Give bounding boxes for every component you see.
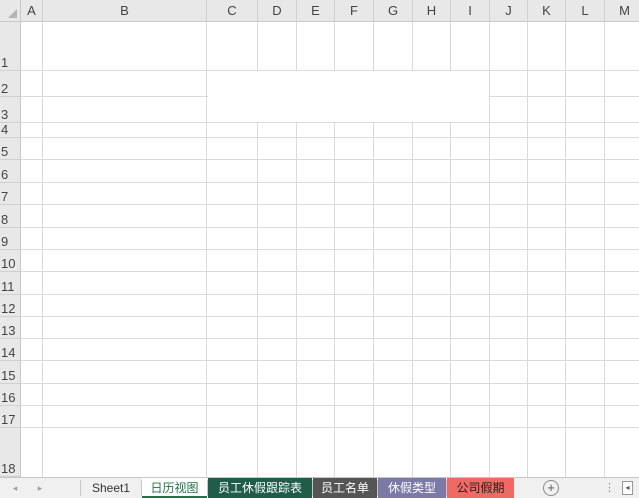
spreadsheet-grid[interactable]: A B C D E F G H I J K L M 1 2 3 4 5 6 7 8 9 10 11 12 13 14 15 16 17 18 [0,0,639,477]
column-header-c[interactable]: C [207,0,258,22]
column-header-h[interactable]: H [413,0,451,22]
column-header-g[interactable]: G [374,0,413,22]
column-header-d[interactable]: D [258,0,297,22]
gridline-vertical [257,428,258,477]
next-sheet-icon[interactable]: ▸ [33,480,47,496]
row-header-18[interactable]: 18 [0,428,21,477]
row-header-6[interactable]: 6 [0,160,21,183]
gridline-horizontal [21,316,639,317]
merged-cell[interactable] [208,71,489,122]
gridline-horizontal [21,360,639,361]
gridline-horizontal [21,271,639,272]
row-header-1[interactable]: 1 [0,22,21,71]
sheet-tab-bar: ◂ ▸ Sheet1 日历视图 员工休假跟踪表 员工名单 休假类型 公司假期 + ⋮ ◂ [0,477,639,498]
row-header-12[interactable]: 12 [0,295,21,317]
gridline-vertical [604,428,605,477]
more-options-icon[interactable]: ⋮ [604,481,615,494]
column-header-j[interactable]: J [490,0,528,22]
sheet-tab-6[interactable]: 公司假期 [447,478,514,498]
gridline-vertical [412,428,413,477]
gridline-vertical [42,428,43,477]
row-header-15[interactable]: 15 [0,361,21,384]
row-header-10[interactable]: 10 [0,250,21,272]
column-header-m[interactable]: M [605,0,639,22]
gridline-horizontal [21,294,639,295]
gridline-vertical [296,428,297,477]
row-header-3[interactable]: 3 [0,97,21,123]
scroll-left-icon[interactable]: ◂ [622,481,633,495]
column-header-f[interactable]: F [335,0,374,22]
gridline-horizontal [21,204,639,205]
column-header-a[interactable]: A [21,0,43,22]
row-header-4[interactable]: 4 [0,123,21,138]
gridline-horizontal [21,122,639,123]
gridline-vertical [450,428,451,477]
sheet-tab-3[interactable]: 员工休假跟踪表 [208,478,312,498]
merged-cell[interactable] [22,428,639,476]
prev-sheet-icon[interactable]: ◂ [8,480,22,496]
row-header-16[interactable]: 16 [0,384,21,406]
gridline-horizontal [21,338,639,339]
gridline-vertical [373,428,374,477]
sheet-tab-4[interactable]: 员工名单 [313,478,377,498]
gridline-horizontal [21,159,639,160]
column-header-l[interactable]: L [566,0,605,22]
sheet-tab-2[interactable]: 日历视图 [142,478,207,498]
gridline-vertical [527,428,528,477]
gridline-vertical [334,428,335,477]
column-header-e[interactable]: E [297,0,335,22]
row-header-5[interactable]: 5 [0,138,21,160]
row-header-13[interactable]: 13 [0,317,21,339]
gridline-horizontal [21,249,639,250]
column-header-i[interactable]: I [451,0,490,22]
sheet-tab-1[interactable]: Sheet1 [81,478,141,498]
row-header-9[interactable]: 9 [0,228,21,250]
row-header-17[interactable]: 17 [0,406,21,428]
gridline-vertical [489,428,490,477]
add-sheet-icon[interactable]: + [543,480,559,496]
gridline-horizontal [21,137,639,138]
sheet-tab-5[interactable]: 休假类型 [378,478,446,498]
row-header-14[interactable]: 14 [0,339,21,361]
gridline-vertical [565,428,566,477]
row-header-2[interactable]: 2 [0,71,21,97]
row-header-11[interactable]: 11 [0,272,21,295]
gridline-horizontal [21,405,639,406]
column-header-b[interactable]: B [43,0,207,22]
gridline-horizontal [21,227,639,228]
row-header-7[interactable]: 7 [0,183,21,205]
gridline-vertical [206,428,207,477]
select-all-triangle-icon [8,9,17,18]
gridline-horizontal [21,182,639,183]
select-all-corner[interactable] [0,0,21,22]
gridline-horizontal [21,383,639,384]
row-header-8[interactable]: 8 [0,205,21,228]
column-header-k[interactable]: K [528,0,566,22]
